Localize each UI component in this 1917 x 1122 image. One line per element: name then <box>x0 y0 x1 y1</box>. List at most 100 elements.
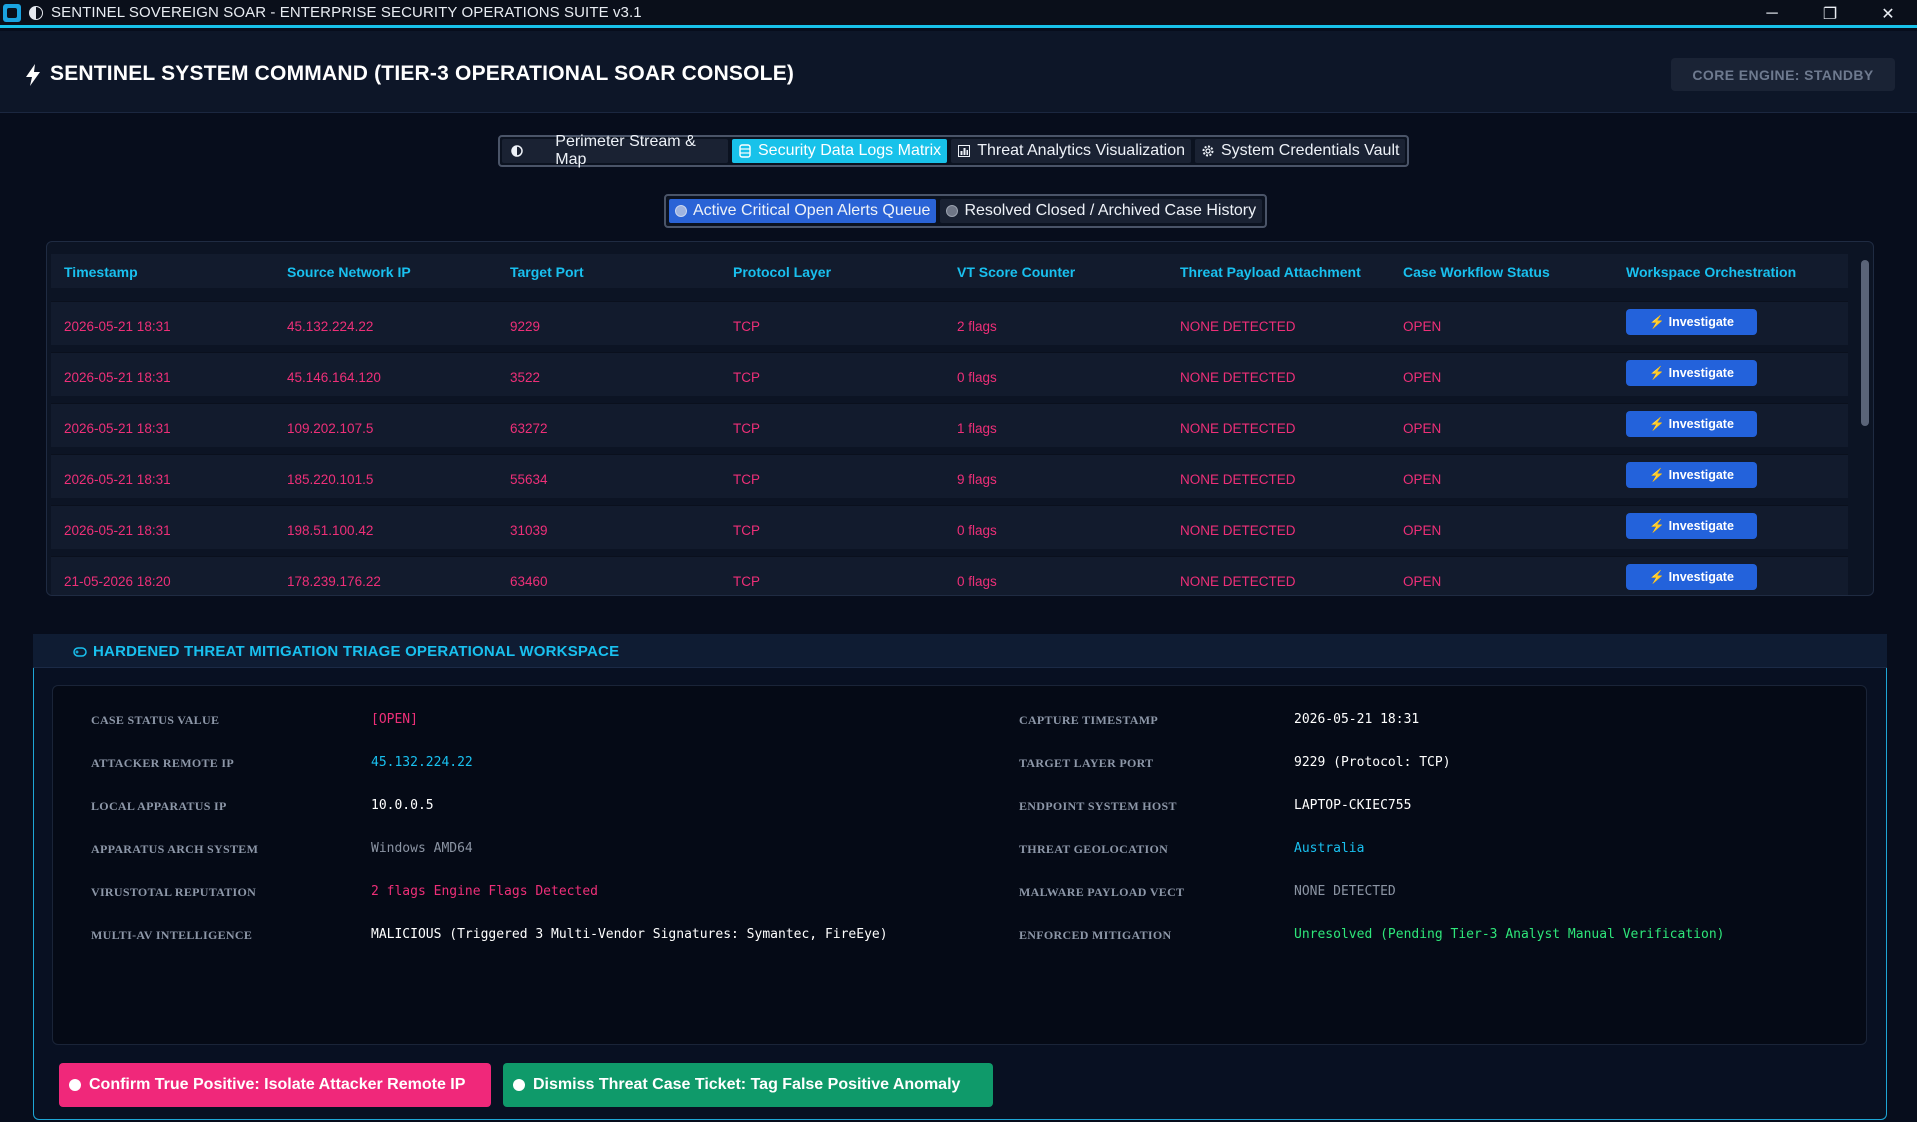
radio-dot-icon <box>946 205 959 217</box>
table-row[interactable]: 21-05-2026 18:20 178.239.176.22 63460 TC… <box>51 556 1848 595</box>
cell-source-ip: 45.146.164.120 <box>287 370 381 385</box>
investigate-button[interactable]: ⚡ Investigate <box>1626 564 1757 590</box>
table-row[interactable]: 2026-05-21 18:31 185.220.101.5 55634 TCP… <box>51 454 1848 498</box>
app-icon <box>3 3 21 22</box>
tab-label: Active Critical Open Alerts Queue <box>693 202 931 219</box>
tab-security-logs[interactable]: Security Data Logs Matrix <box>732 139 948 163</box>
target-port-value: 9229 (Protocol: TCP) <box>1294 755 1451 770</box>
cell-vt-score: 0 flags <box>957 370 997 385</box>
investigate-button[interactable]: ⚡ Investigate <box>1626 309 1757 335</box>
button-label: Investigate <box>1668 519 1734 533</box>
lightning-icon <box>26 64 40 86</box>
field-label: VIRUSTOTAL REPUTATION <box>91 885 257 899</box>
endpoint-host-value: LAPTOP-CKIEC755 <box>1294 798 1412 813</box>
attacker-ip-value: 45.132.224.22 <box>371 755 473 770</box>
console-header: SENTINEL SYSTEM COMMAND (TIER-3 OPERATIO… <box>0 31 1917 113</box>
button-label: Investigate <box>1668 417 1734 431</box>
cell-status: OPEN <box>1403 574 1442 589</box>
button-label: Investigate <box>1668 570 1734 584</box>
cell-vt-score: 0 flags <box>957 574 997 589</box>
tab-label: Resolved Closed / Archived Case History <box>964 202 1257 219</box>
radio-dot-icon <box>513 1079 525 1091</box>
cell-status: OPEN <box>1403 523 1442 538</box>
tab-active-alerts[interactable]: Active Critical Open Alerts Queue <box>669 199 937 223</box>
gamepad-icon <box>73 646 87 657</box>
cell-payload: NONE DETECTED <box>1180 523 1296 538</box>
lightning-icon: ⚡ <box>1649 518 1665 533</box>
shield-icon <box>29 5 43 20</box>
restore-button[interactable]: ❐ <box>1801 0 1859 28</box>
window-controls: ─ ❐ ✕ <box>1743 0 1917 28</box>
field-label: ATTACKER REMOTE IP <box>91 756 234 770</box>
column-header: VT Score Counter <box>957 264 1076 280</box>
cell-timestamp: 2026-05-21 18:31 <box>64 319 171 334</box>
multi-av-value: MALICIOUS (Triggered 3 Multi-Vendor Sign… <box>371 927 888 942</box>
column-header: Protocol Layer <box>733 264 832 280</box>
investigate-button[interactable]: ⚡ Investigate <box>1626 360 1757 386</box>
engine-status-badge: CORE ENGINE: STANDBY <box>1671 58 1895 91</box>
geolocation-value: Australia <box>1294 841 1365 856</box>
field-label: ENDPOINT SYSTEM HOST <box>1019 799 1177 813</box>
tab-label: Perimeter Stream & Map <box>555 133 696 168</box>
half-circle-icon <box>510 144 523 158</box>
table-scrollbar[interactable] <box>1859 256 1869 586</box>
column-header: Target Port <box>510 264 584 280</box>
lightning-icon: ⚡ <box>1649 416 1665 431</box>
cell-target-port: 31039 <box>510 523 548 538</box>
tab-threat-analytics[interactable]: Threat Analytics Visualization <box>951 139 1191 163</box>
cell-timestamp: 2026-05-21 18:31 <box>64 472 171 487</box>
cell-source-ip: 185.220.101.5 <box>287 472 374 487</box>
confirm-true-positive-button[interactable]: Confirm True Positive: Isolate Attacker … <box>59 1063 491 1107</box>
minimize-button[interactable]: ─ <box>1743 0 1801 28</box>
table-row[interactable]: 2026-05-21 18:31 109.202.107.5 63272 TCP… <box>51 403 1848 447</box>
field-label: CASE STATUS VALUE <box>91 713 220 727</box>
cell-protocol: TCP <box>733 421 760 436</box>
cell-target-port: 63272 <box>510 421 548 436</box>
cell-target-port: 55634 <box>510 472 548 487</box>
cell-timestamp: 2026-05-21 18:31 <box>64 523 171 538</box>
table-row[interactable]: 2026-05-21 18:31 45.146.164.120 3522 TCP… <box>51 352 1848 396</box>
payload-vector-value: NONE DETECTED <box>1294 884 1396 899</box>
alerts-table: Timestamp Source Network IP Target Port … <box>46 241 1874 596</box>
mitigation-value: Unresolved (Pending Tier-3 Analyst Manua… <box>1294 927 1725 942</box>
table-row[interactable]: 2026-05-21 18:31 45.132.224.22 9229 TCP … <box>51 301 1848 345</box>
dismiss-false-positive-button[interactable]: Dismiss Threat Case Ticket: Tag False Po… <box>503 1063 993 1107</box>
case-status-value: [OPEN] <box>371 712 418 727</box>
table-row[interactable]: 2026-05-21 18:31 198.51.100.42 31039 TCP… <box>51 505 1848 549</box>
bar-chart-icon <box>957 144 971 158</box>
tab-credentials-vault[interactable]: System Credentials Vault <box>1195 139 1406 163</box>
lightning-icon: ⚡ <box>1649 365 1665 380</box>
radio-dot-icon <box>675 205 687 217</box>
tab-label: Threat Analytics Visualization <box>977 142 1185 159</box>
tab-label: System Credentials Vault <box>1221 142 1400 159</box>
tab-perimeter-stream[interactable]: Perimeter Stream & Map <box>502 133 728 168</box>
column-header: Workspace Orchestration <box>1626 264 1797 280</box>
triage-workspace-header: HARDENED THREAT MITIGATION TRIAGE OPERAT… <box>33 634 1887 668</box>
tab-resolved-history[interactable]: Resolved Closed / Archived Case History <box>940 199 1263 223</box>
virustotal-value: 2 flags Engine Flags Detected <box>371 884 598 899</box>
cell-vt-score: 0 flags <box>957 523 997 538</box>
lightning-icon: ⚡ <box>1649 467 1665 482</box>
scrollbar-thumb[interactable] <box>1861 260 1869 426</box>
investigate-button[interactable]: ⚡ Investigate <box>1626 411 1757 437</box>
investigate-button[interactable]: ⚡ Investigate <box>1626 462 1757 488</box>
field-label: LOCAL APPARATUS IP <box>91 799 227 813</box>
main-tab-bar: Perimeter Stream & Map Security Data Log… <box>498 133 1410 168</box>
cell-target-port: 9229 <box>510 319 541 334</box>
cell-timestamp: 21-05-2026 18:20 <box>64 574 171 589</box>
cell-status: OPEN <box>1403 472 1442 487</box>
column-header: Timestamp <box>64 264 138 280</box>
page-title: SENTINEL SYSTEM COMMAND (TIER-3 OPERATIO… <box>50 62 795 85</box>
cell-protocol: TCP <box>733 472 760 487</box>
field-label: TARGET LAYER PORT <box>1019 756 1154 770</box>
field-label: APPARATUS ARCH SYSTEM <box>91 842 259 856</box>
cell-vt-score: 1 flags <box>957 421 997 436</box>
cell-status: OPEN <box>1403 319 1442 334</box>
close-button[interactable]: ✕ <box>1859 0 1917 28</box>
field-label: THREAT GEOLOCATION <box>1019 842 1169 856</box>
field-label: MULTI-AV INTELLIGENCE <box>91 928 253 942</box>
button-label: Investigate <box>1668 468 1734 482</box>
cell-source-ip: 109.202.107.5 <box>287 421 374 436</box>
column-header: Threat Payload Attachment <box>1180 264 1361 280</box>
investigate-button[interactable]: ⚡ Investigate <box>1626 513 1757 539</box>
